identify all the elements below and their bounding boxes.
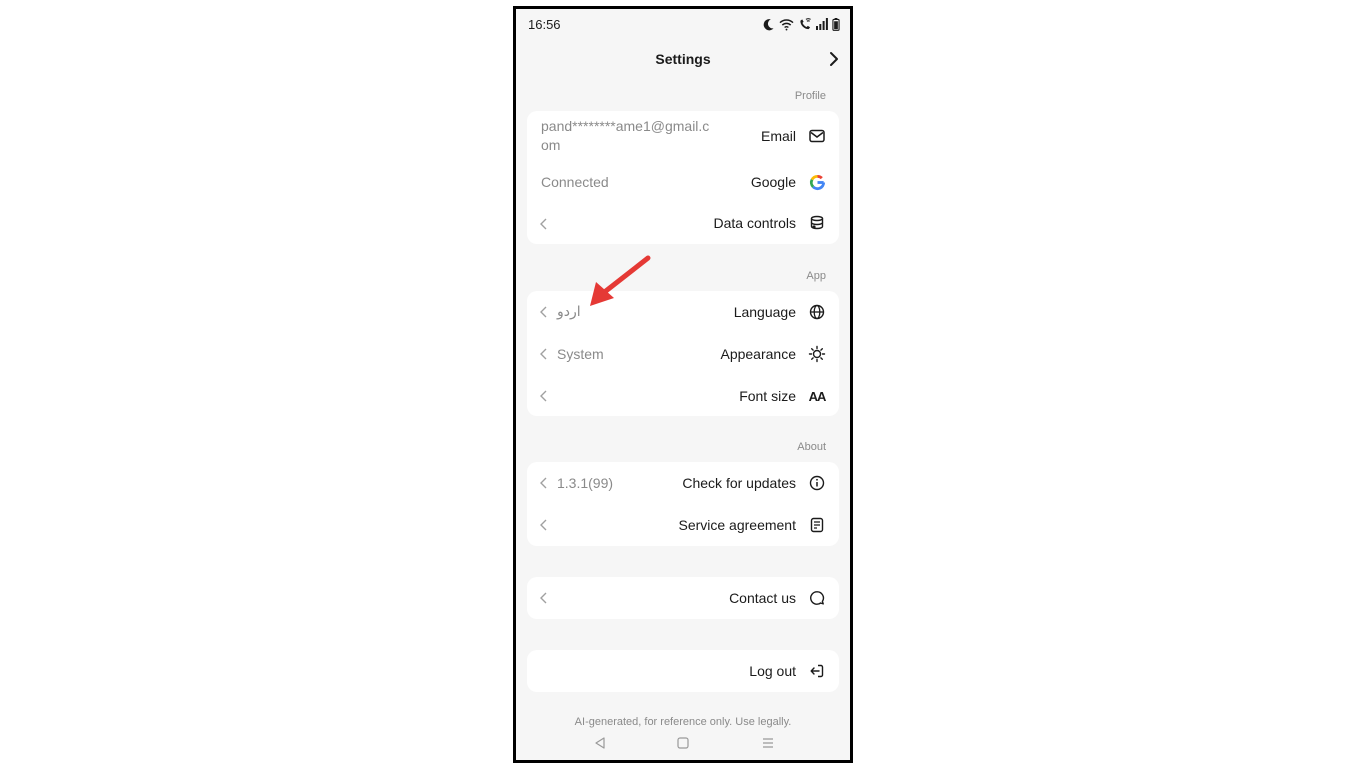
chevron-left-icon: [540, 477, 547, 489]
email-row[interactable]: pand********ame1@gmail.com Email: [527, 111, 839, 161]
service-agreement-label: Service agreement: [678, 517, 796, 533]
back-icon: [595, 737, 605, 749]
document-icon: [808, 516, 826, 534]
section-label-app: App: [806, 270, 826, 282]
service-agreement-row[interactable]: Service agreement: [527, 504, 839, 546]
globe-icon: [808, 303, 826, 321]
title-bar: Settings: [516, 45, 850, 75]
sun-icon: [808, 345, 826, 363]
chevron-left-icon: [540, 348, 547, 360]
contact-us-row[interactable]: Contact us: [527, 577, 839, 619]
phone-screen: 16:56 Settings Profile pand********ame1@…: [513, 6, 853, 763]
home-icon: [677, 737, 689, 749]
status-time: 16:56: [528, 17, 561, 32]
language-label: Language: [733, 304, 796, 320]
profile-card: pand********ame1@gmail.com Email Connect…: [527, 111, 839, 244]
appearance-value: System: [557, 346, 604, 362]
google-status: Connected: [541, 174, 609, 190]
data-controls-label: Data controls: [713, 215, 796, 231]
chevron-left-icon: [540, 218, 547, 230]
navigation-bar: [516, 733, 850, 753]
font-size-row[interactable]: Font size AA: [527, 375, 839, 417]
forward-button[interactable]: [824, 49, 844, 69]
annotation-arrow: [590, 255, 651, 306]
info-icon: [808, 474, 826, 492]
google-icon: [808, 173, 826, 191]
appearance-label: Appearance: [720, 346, 796, 362]
nav-recents-button[interactable]: [760, 735, 776, 751]
data-controls-row[interactable]: Data controls: [527, 205, 839, 243]
appearance-row[interactable]: System Appearance: [527, 333, 839, 375]
mail-icon: [808, 127, 826, 145]
logout-icon: [808, 662, 826, 680]
signal-icon: [816, 18, 828, 30]
chevron-right-icon: [830, 52, 838, 66]
font-size-icon: AA: [808, 388, 827, 404]
language-value: اردو: [557, 303, 581, 319]
language-row[interactable]: اردو Language: [527, 291, 839, 333]
nav-back-button[interactable]: [592, 735, 608, 751]
app-card: اردو Language System Appearance Font siz…: [527, 291, 839, 416]
chevron-left-icon: [540, 519, 547, 531]
font-size-label: Font size: [739, 388, 796, 404]
version-value: 1.3.1(99): [557, 475, 614, 491]
email-value: pand********ame1@gmail.com: [541, 118, 710, 153]
status-icons: [762, 17, 840, 31]
section-label-about: About: [797, 441, 826, 453]
ai-disclaimer: AI-generated, for reference only. Use le…: [574, 716, 792, 728]
logout-card: Log out: [527, 650, 839, 692]
about-card: 1.3.1(99) Check for updates Service agre…: [527, 462, 839, 546]
wifi-call-icon: [800, 17, 811, 29]
google-label: Google: [750, 174, 796, 190]
recents-icon: [763, 738, 773, 748]
battery-icon: [832, 17, 840, 31]
check-updates-row[interactable]: 1.3.1(99) Check for updates: [527, 462, 839, 504]
moon-icon: [763, 18, 774, 30]
log-out-label: Log out: [749, 663, 796, 679]
chevron-left-icon: [540, 390, 547, 402]
chevron-left-icon: [540, 306, 547, 318]
nav-home-button[interactable]: [675, 735, 691, 751]
log-out-row[interactable]: Log out: [527, 650, 839, 692]
google-row[interactable]: Connected Google: [527, 163, 839, 201]
status-bar: 16:56: [516, 9, 850, 39]
contact-us-label: Contact us: [729, 590, 796, 606]
contact-card: Contact us: [527, 577, 839, 619]
section-label-profile: Profile: [794, 90, 826, 102]
chevron-left-icon: [540, 592, 547, 604]
wifi-icon: [779, 18, 794, 30]
chat-bubble-icon: [808, 589, 826, 607]
email-label: Email: [760, 128, 796, 144]
check-updates-label: Check for updates: [682, 475, 796, 491]
database-icon: [808, 214, 826, 232]
page-title: Settings: [655, 51, 711, 67]
